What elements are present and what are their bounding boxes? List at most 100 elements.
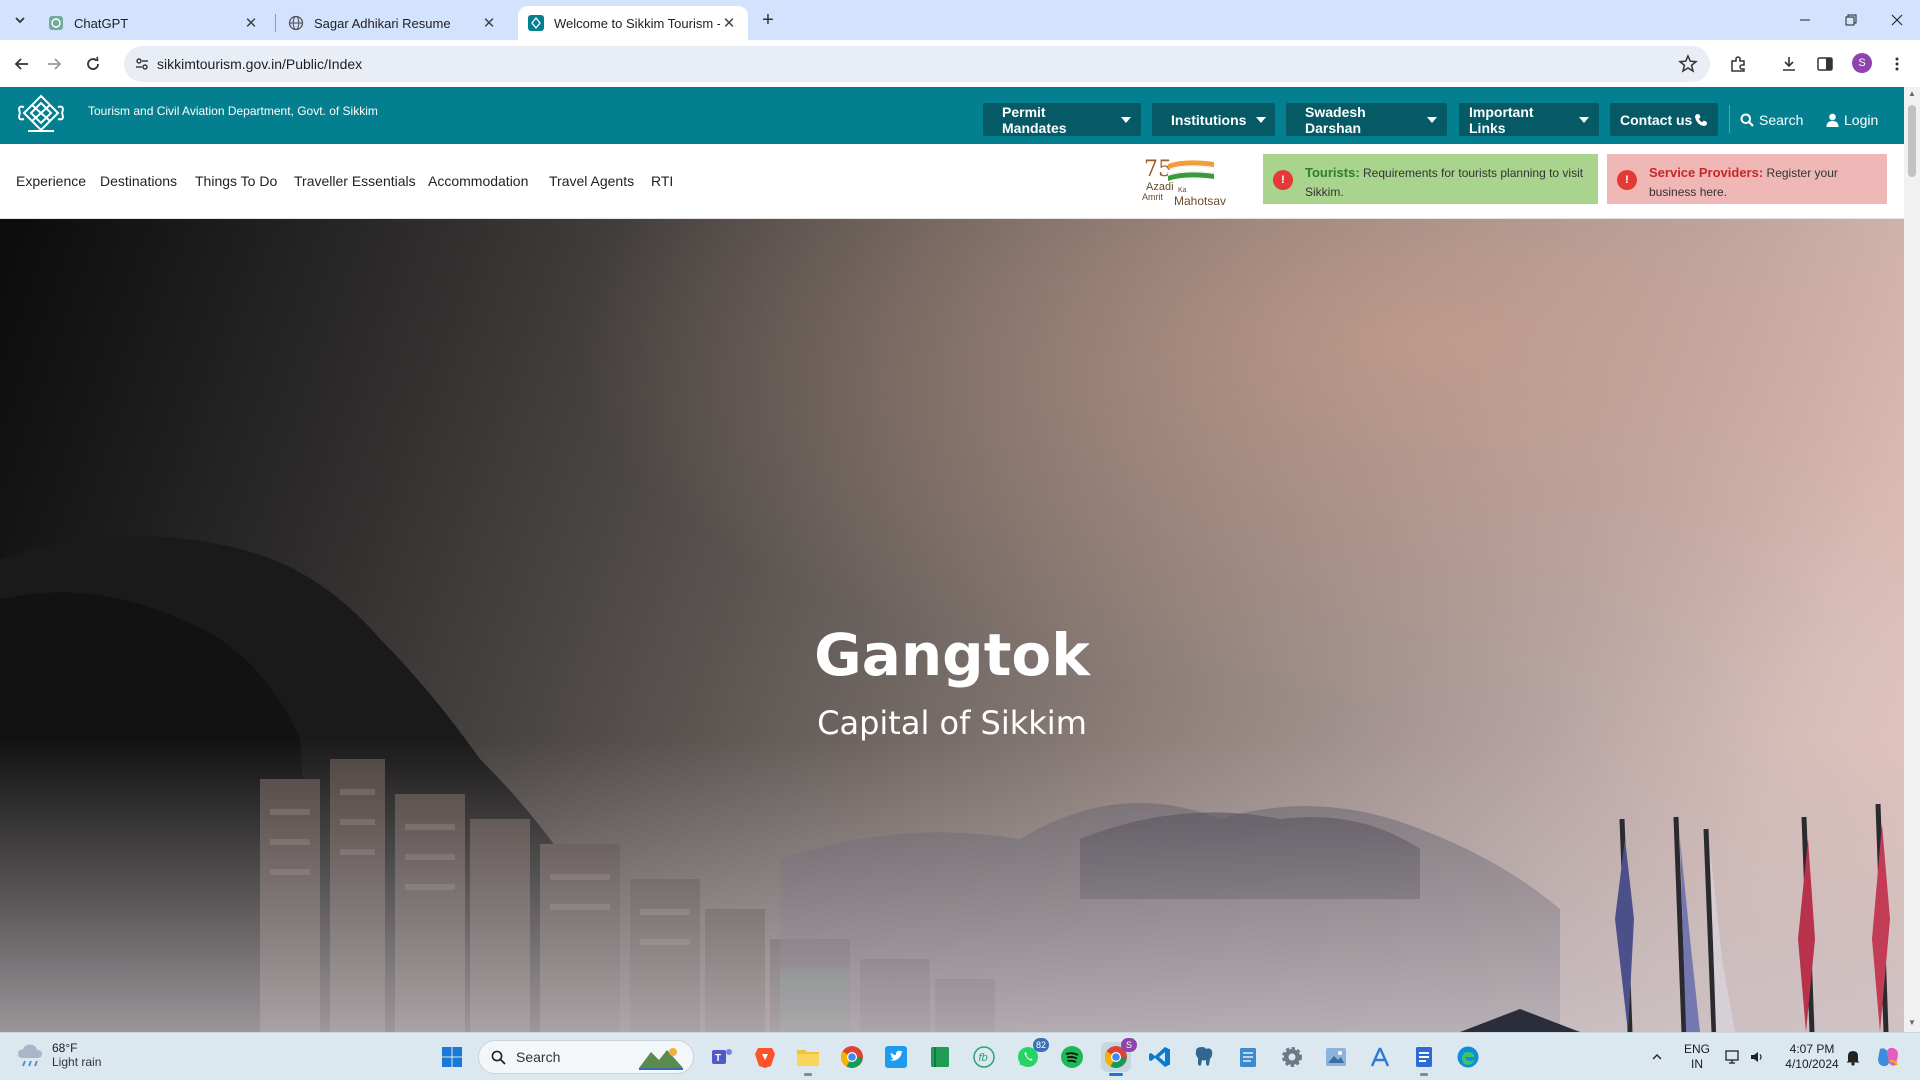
region-code: IN <box>1691 1057 1703 1071</box>
chrome-icon <box>841 1046 863 1068</box>
menu-button[interactable] <box>1883 50 1911 78</box>
taskbar-word[interactable] <box>1409 1042 1439 1076</box>
nav-rti[interactable]: RTI <box>651 173 673 189</box>
taskbar-spotify[interactable] <box>1057 1042 1087 1072</box>
spotify-icon <box>1061 1046 1083 1068</box>
tab-strip: ChatGPT ✕ Sagar Adhikari Resume ✕ Welcom… <box>0 0 1920 40</box>
taskbar-teams[interactable]: T <box>707 1042 737 1072</box>
nav-things-to-do[interactable]: Things To Do <box>195 173 277 189</box>
close-icon[interactable]: ✕ <box>242 14 260 32</box>
important-links-label: Important Links <box>1469 103 1534 136</box>
taskbar-fb-app[interactable]: fb <box>969 1042 999 1072</box>
bookmark-star-icon[interactable] <box>1678 54 1698 74</box>
taskbar-whatsapp[interactable]: 82 <box>1013 1038 1049 1072</box>
address-bar[interactable]: sikkimtourism.gov.in/Public/Index <box>124 46 1710 82</box>
tourists-alert-title: Tourists: <box>1305 165 1360 180</box>
tourists-alert[interactable]: ! Tourists: Requirements for tourists pl… <box>1263 154 1598 204</box>
scroll-down-arrow-icon[interactable]: ▼ <box>1908 1019 1916 1027</box>
nav-accommodation[interactable]: Accommodation <box>428 173 528 189</box>
nav-experience[interactable]: Experience <box>16 173 86 189</box>
azadi-ka-amrit-mahotsav-logo: 75 Azadi Ka Amrit Mahotsav <box>1142 157 1226 208</box>
new-tab-button[interactable]: + <box>756 8 780 32</box>
tab-search-button[interactable] <box>8 8 32 32</box>
taskbar-green-app[interactable] <box>925 1042 955 1072</box>
taskbar-settings[interactable] <box>1277 1042 1307 1072</box>
taskbar-notepad[interactable] <box>1233 1042 1263 1072</box>
close-icon[interactable]: ✕ <box>720 14 738 32</box>
back-button[interactable] <box>8 50 36 78</box>
login-link[interactable]: Login <box>1826 110 1878 130</box>
notifications-button[interactable] <box>1838 1042 1868 1072</box>
tab-resume[interactable]: Sagar Adhikari Resume ✕ <box>278 6 508 40</box>
teams-icon: T <box>712 1049 732 1064</box>
taskbar-postgres[interactable] <box>1189 1042 1219 1072</box>
institutions-dropdown[interactable]: Institutions <box>1152 103 1275 136</box>
institutions-label: Institutions <box>1171 111 1247 128</box>
taskbar-edge[interactable] <box>1453 1042 1483 1072</box>
nav-travel-agents[interactable]: Travel Agents <box>549 173 634 189</box>
extensions-button[interactable] <box>1724 50 1752 78</box>
reload-button[interactable] <box>79 50 107 78</box>
plus-icon: + <box>762 8 774 31</box>
downloads-button[interactable] <box>1775 50 1803 78</box>
tab-sikkim-tourism[interactable]: Welcome to Sikkim Tourism - C ✕ <box>518 6 748 40</box>
start-button[interactable] <box>437 1042 467 1072</box>
show-hidden-icons-button[interactable] <box>1642 1042 1672 1072</box>
gear-icon <box>1282 1047 1302 1067</box>
copilot-button[interactable] <box>1873 1042 1903 1072</box>
weather-widget[interactable]: 68°F Light rain <box>16 1041 101 1069</box>
taskbar-vscode[interactable] <box>1145 1042 1175 1072</box>
arrow-right-icon <box>48 58 62 70</box>
important-links-dropdown[interactable]: Important Links <box>1459 103 1599 136</box>
network-icon <box>1725 1050 1739 1064</box>
exclamation-icon: ! <box>1617 170 1637 190</box>
language-code: ENG <box>1683 1042 1710 1056</box>
permit-mandates-dropdown[interactable]: Permit Mandates <box>983 103 1141 136</box>
taskbar-brave[interactable] <box>750 1042 780 1072</box>
taskbar-twitter[interactable] <box>881 1042 911 1072</box>
minimize-button[interactable] <box>1782 0 1828 40</box>
search-link[interactable]: Search <box>1740 110 1803 130</box>
input-language[interactable]: ENG IN <box>1680 1042 1714 1072</box>
swadesh-darshan-label: Swadesh Darshan <box>1305 103 1366 136</box>
search-label: Search <box>1759 112 1804 128</box>
swadesh-darshan-dropdown[interactable]: Swadesh Darshan <box>1286 103 1447 136</box>
profile-badge: S <box>1121 1038 1137 1052</box>
brave-icon <box>755 1048 775 1068</box>
close-window-button[interactable] <box>1874 0 1920 40</box>
nav-destinations[interactable]: Destinations <box>100 173 177 189</box>
close-icon[interactable]: ✕ <box>480 14 498 32</box>
taskbar-app-store[interactable] <box>1365 1042 1395 1072</box>
download-icon <box>1783 57 1795 71</box>
taskbar-chrome[interactable] <box>837 1042 867 1072</box>
page-scrollbar[interactable]: ▲ ▼ <box>1904 87 1920 1032</box>
taskbar-chrome-active[interactable]: S <box>1101 1038 1137 1076</box>
nav-traveller-essentials[interactable]: Traveller Essentials <box>294 173 416 189</box>
contact-us-button[interactable]: Contact us <box>1610 103 1718 136</box>
taskbar-search[interactable]: Search <box>478 1040 694 1074</box>
site-top-bar: Tourism and Civil Aviation Department, G… <box>0 87 1904 144</box>
book-icon <box>931 1047 949 1067</box>
hero-title: Gangtok <box>814 621 1090 689</box>
site-info-icon[interactable] <box>132 54 152 74</box>
notification-badge: 82 <box>1032 1038 1049 1052</box>
divider <box>1729 105 1730 133</box>
side-panel-button[interactable] <box>1811 50 1839 78</box>
restore-button[interactable] <box>1828 0 1874 40</box>
reload-icon <box>87 56 99 70</box>
scroll-up-arrow-icon[interactable]: ▲ <box>1908 90 1916 98</box>
taskbar-file-explorer[interactable] <box>793 1042 823 1076</box>
service-providers-alert[interactable]: ! Service Providers: Register your busin… <box>1607 154 1887 204</box>
profile-avatar[interactable]: S <box>1852 53 1872 73</box>
tab-chatgpt[interactable]: ChatGPT ✕ <box>38 6 270 40</box>
elephant-icon <box>1195 1047 1213 1066</box>
more-vertical-icon <box>1895 57 1899 71</box>
vscode-icon <box>1149 1047 1170 1067</box>
sikkim-endless-knot-logo[interactable] <box>16 93 66 135</box>
running-indicator <box>1420 1073 1428 1076</box>
scrollbar-thumb[interactable] <box>1908 105 1916 177</box>
forward-button[interactable] <box>40 50 68 78</box>
volume-button[interactable] <box>1742 1042 1772 1072</box>
taskbar-photos[interactable] <box>1321 1042 1351 1072</box>
folder-icon <box>797 1050 819 1066</box>
